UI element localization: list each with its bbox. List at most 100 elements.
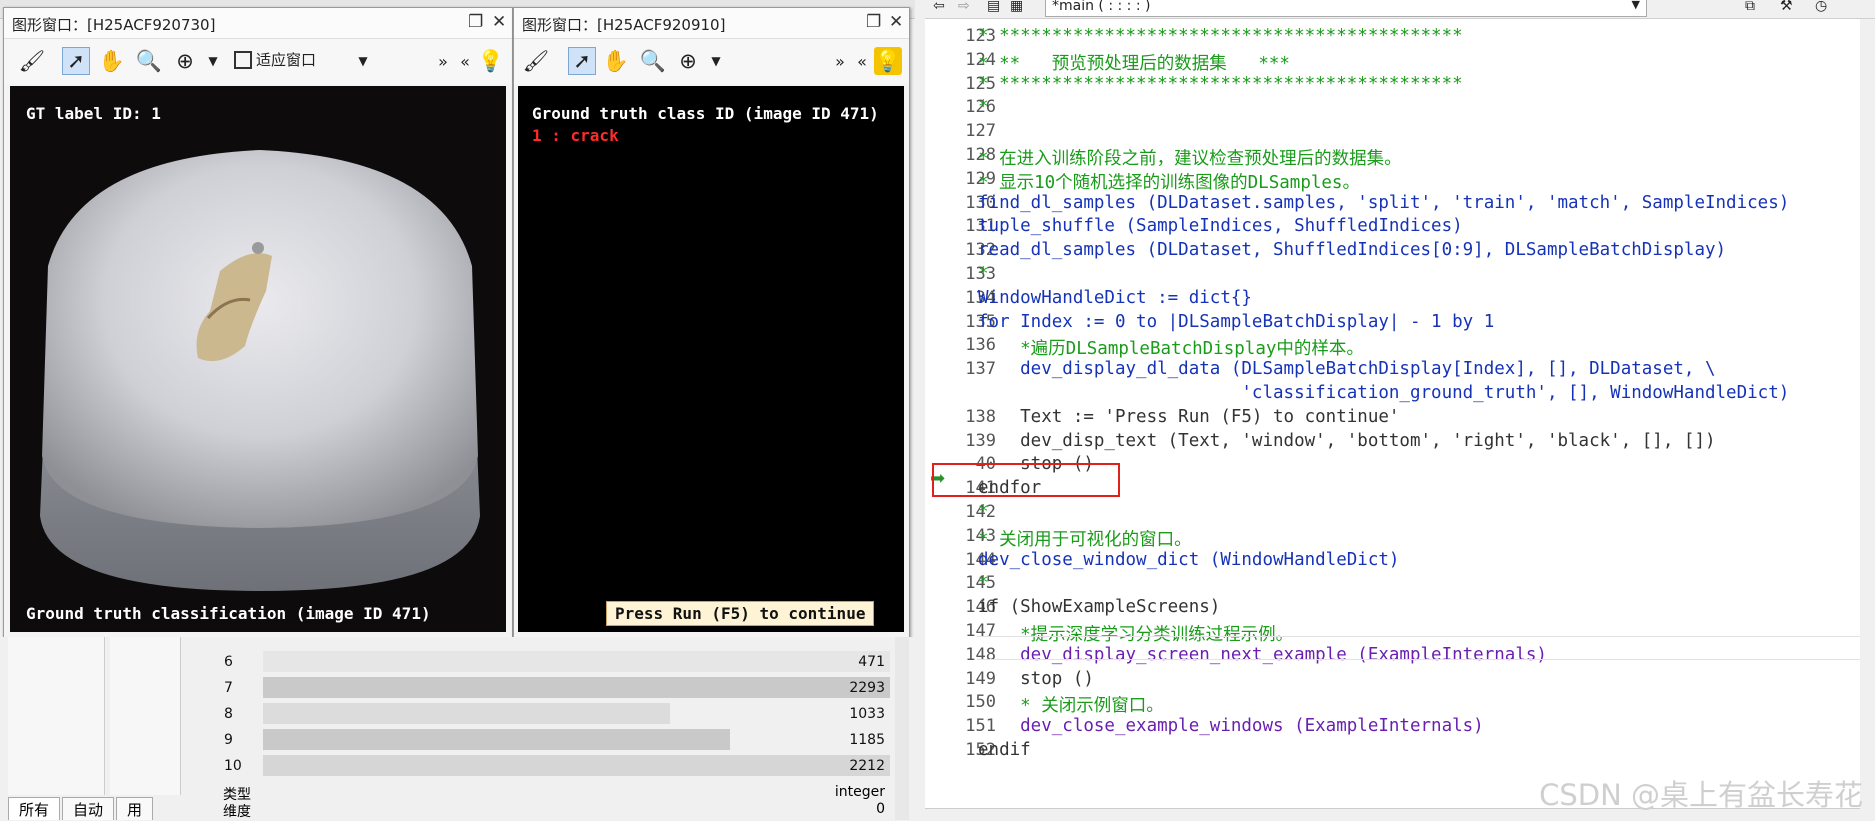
overlay-gt-class-id: Ground truth class ID (image ID 471) <box>532 104 879 123</box>
code-line[interactable]: 135 for Index := 0 to |DLSampleBatchDispl… <box>925 312 1860 335</box>
restore-icon[interactable]: ❐ <box>866 12 881 32</box>
code-line[interactable]: 'classification_ground_truth', [], Windo… <box>925 383 1860 406</box>
back-icon[interactable]: ⇦ <box>933 0 945 14</box>
document-icon[interactable]: ▤ <box>987 0 1000 14</box>
bulb-icon[interactable]: 💡 <box>477 47 505 75</box>
code-line[interactable]: 125 * ***********************************… <box>925 74 1860 97</box>
fit-dropdown-icon[interactable]: ▼ <box>349 47 377 75</box>
code-line[interactable]: 144 dev_close_window_dict (WindowHandleDi… <box>925 550 1860 573</box>
code-text: Text := 'Press Run (F5) to continue' <box>978 406 1400 427</box>
code-line[interactable]: 146 if (ShowExampleScreens) <box>925 597 1860 620</box>
procedure-edit-icon[interactable]: ⧉ <box>1745 0 1755 14</box>
bulb-icon[interactable]: 💡 <box>874 47 902 75</box>
code-text: * 关闭示例窗口。 <box>978 696 1164 717</box>
code-line[interactable]: 139 dev_disp_text (Text, 'window', 'bott… <box>925 431 1860 454</box>
code-line[interactable]: 126 * <box>925 97 1860 120</box>
timer-icon[interactable]: ◷ <box>1815 0 1827 14</box>
code-line[interactable]: 134 WindowHandleDict := dict{} <box>925 288 1860 311</box>
row-value: 471 <box>858 654 885 670</box>
graphics-window-2[interactable]: 图形窗口：[H25ACF920910] ❐ ✕ 🖌 ➚ ✋ 🔍 ⊕ ▼ » « … <box>513 7 910 639</box>
table-row[interactable]: 8 1033 <box>218 701 890 727</box>
collapse-icon[interactable]: « <box>848 47 876 75</box>
dim-label: 维度 <box>223 804 251 820</box>
table-row[interactable]: 6 471 <box>218 649 890 675</box>
code-line[interactable]: 130 find_dl_samples (DLDataset.samples, '… <box>925 193 1860 216</box>
collapse-icon[interactable]: « <box>451 47 479 75</box>
procedure-selector-value: *main ( : : : : ) <box>1052 0 1151 14</box>
table-row[interactable]: 9 1185 <box>218 727 890 753</box>
grid-icon[interactable]: ▦ <box>1010 0 1023 14</box>
zoom-dropdown-icon[interactable]: ▼ <box>702 47 730 75</box>
program-editor[interactable]: 123 * ***********************************… <box>925 19 1860 809</box>
zoom-in-icon[interactable]: ⊕ <box>674 47 702 75</box>
pointer-icon[interactable]: ➚ <box>62 47 90 75</box>
table-row[interactable]: 10 2212 <box>218 753 890 779</box>
tools-icon[interactable]: ⚒ <box>1780 0 1793 14</box>
code-line[interactable]: 145 * <box>925 573 1860 596</box>
variable-panel: 所有 自动 用 6 471 7 2293 8 1033 9 1185 10 2212 类型… <box>0 637 915 820</box>
code-line[interactable]: 127 <box>925 121 1860 144</box>
code-line[interactable]: 129 * 显示10个随机选择的训练图像的DLSamples。 <box>925 169 1860 193</box>
forward-icon[interactable]: ⇨ <box>958 0 970 14</box>
code-line[interactable]: 152 endif <box>925 740 1860 763</box>
code-line[interactable]: 137 dev_display_dl_data (DLSampleBatchDi… <box>925 359 1860 382</box>
magnify-icon[interactable]: 🔍 <box>639 47 667 75</box>
zoom-in-icon[interactable]: ⊕ <box>171 47 199 75</box>
graphics-window-1-titlebar[interactable]: 图形窗口：[H25ACF920730] ❐ ✕ <box>4 8 512 39</box>
graphics-window-2-toolbar: 🖌 ➚ ✋ 🔍 ⊕ ▼ » « 💡 <box>514 39 909 84</box>
variable-scrollbar[interactable] <box>895 637 909 820</box>
panel-splitter[interactable] <box>915 0 925 820</box>
code-line[interactable]: 128 * 在进入训练阶段之前，建议检查预处理后的数据集。 <box>925 145 1860 169</box>
chevron-down-icon: ▼ <box>1631 0 1640 11</box>
clear-brush-icon[interactable]: 🖌 <box>522 47 550 75</box>
press-run-box: Press Run (F5) to continue <box>606 601 875 626</box>
code-line[interactable]: 149 stop () <box>925 669 1860 692</box>
code-line[interactable]: 124 * ** 预览预处理后的数据集 *** <box>925 50 1860 74</box>
code-line[interactable]: 132 read_dl_samples (DLDataset, ShuffledI… <box>925 240 1860 263</box>
clear-brush-icon[interactable]: 🖌 <box>18 47 46 75</box>
code-text: * 显示10个随机选择的训练图像的DLSamples。 <box>978 172 1360 193</box>
code-text: for Index := 0 to |DLSampleBatchDisplay|… <box>978 311 1495 332</box>
restore-icon[interactable]: ❐ <box>468 12 483 32</box>
code-text: * <box>978 97 989 118</box>
code-line[interactable]: 151 dev_close_example_windows (ExampleIn… <box>925 716 1860 739</box>
line-number: 127 <box>965 121 996 142</box>
code-text: endif <box>978 740 1031 760</box>
code-line[interactable]: 123 * ***********************************… <box>925 26 1860 49</box>
fit-window-button[interactable]: 适应窗口 <box>234 49 316 70</box>
graphics-canvas-2[interactable]: Ground truth class ID (image ID 471) 1 :… <box>518 86 904 632</box>
code-line[interactable]: 142 * <box>925 502 1860 525</box>
code-line[interactable]: 133 * <box>925 264 1860 287</box>
pan-hand-icon[interactable]: ✋ <box>98 47 126 75</box>
variable-tree-column[interactable] <box>110 637 181 795</box>
editor-scrollbar[interactable] <box>1860 19 1875 820</box>
variable-tree[interactable] <box>8 637 105 795</box>
code-line[interactable]: 131 tuple_shuffle (SampleIndices, Shuffle… <box>925 216 1860 239</box>
tab-all[interactable]: 所有 <box>8 797 61 820</box>
close-icon[interactable]: ✕ <box>492 12 506 32</box>
procedure-selector[interactable]: *main ( : : : : ) ▼ <box>1045 0 1647 17</box>
row-value: 1185 <box>849 732 885 748</box>
code-text: dev_disp_text (Text, 'window', 'bottom',… <box>978 430 1716 451</box>
row-index: 10 <box>224 758 242 774</box>
pill-image <box>10 86 506 632</box>
code-line[interactable]: 150 * 关闭示例窗口。 <box>925 692 1860 717</box>
watermark: CSDN @桌上有盆长寿花 <box>1539 778 1863 812</box>
magnify-icon[interactable]: 🔍 <box>135 47 163 75</box>
tab-user[interactable]: 用 <box>116 797 154 820</box>
table-row[interactable]: 7 2293 <box>218 675 890 701</box>
overlay-class-name: 1 : crack <box>532 126 619 145</box>
code-text: * 关闭用于可视化的窗口。 <box>978 529 1192 550</box>
graphics-window-2-titlebar[interactable]: 图形窗口：[H25ACF920910] ❐ ✕ <box>514 8 909 39</box>
pan-hand-icon[interactable]: ✋ <box>602 47 630 75</box>
code-line[interactable]: 138 Text := 'Press Run (F5) to continue' <box>925 407 1860 430</box>
tab-auto[interactable]: 自动 <box>62 797 115 820</box>
pointer-icon[interactable]: ➚ <box>568 47 596 75</box>
zoom-dropdown-icon[interactable]: ▼ <box>199 47 227 75</box>
code-line[interactable]: 143 * 关闭用于可视化的窗口。 <box>925 526 1860 550</box>
code-line[interactable]: 136 *遍历DLSampleBatchDisplay中的样本。 <box>925 335 1860 359</box>
graphics-window-1[interactable]: 图形窗口：[H25ACF920730] ❐ ✕ 🖌 ➚ ✋ 🔍 ⊕ ▼ 适应窗口… <box>3 7 513 639</box>
graphics-canvas-1[interactable]: GT label ID: 1 Ground truth classificati… <box>10 86 506 632</box>
code-text: * **************************************… <box>978 73 1463 94</box>
close-icon[interactable]: ✕ <box>889 12 903 32</box>
